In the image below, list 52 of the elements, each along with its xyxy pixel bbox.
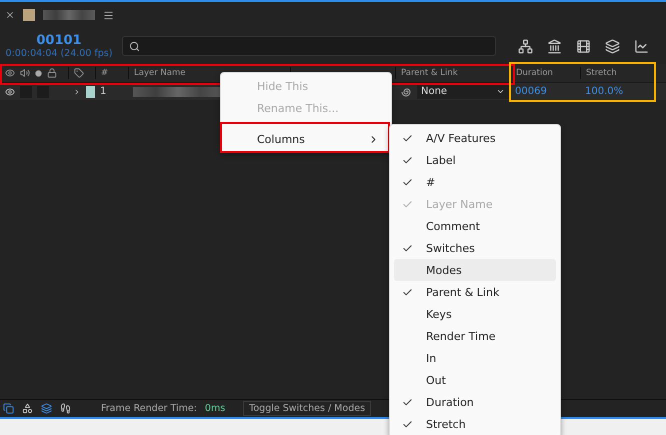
color-swatch [23, 9, 35, 21]
close-icon[interactable] [5, 10, 15, 20]
pixelated-block [43, 10, 95, 20]
menu-item[interactable]: Stretch [394, 413, 556, 435]
shapes-icon[interactable] [22, 403, 33, 414]
lock-icon [47, 68, 57, 78]
parent-dropdown[interactable]: None [417, 84, 509, 98]
menu-item[interactable]: Columns [225, 128, 387, 150]
toggle-button[interactable]: Toggle Switches / Modes [243, 401, 372, 416]
column-header[interactable]: Layer Name [134, 68, 186, 78]
layers-icon[interactable] [605, 38, 620, 54]
column-header[interactable]: # [101, 68, 108, 78]
menu-item[interactable]: # [394, 171, 556, 193]
duration-value[interactable]: 00069 [515, 86, 547, 97]
hierarchy-icon[interactable] [518, 38, 533, 54]
graph-icon[interactable] [634, 38, 649, 54]
menu-item[interactable]: Keys [394, 303, 556, 325]
dot-icon [35, 70, 42, 76]
time-detail: 0:00:04:04 (24.00 fps) [6, 48, 112, 59]
render-time-value: 0ms [204, 403, 226, 414]
switch-toggle[interactable] [37, 86, 49, 98]
search-icon [129, 40, 140, 52]
eye-icon[interactable] [5, 86, 15, 96]
menu-item[interactable]: Label [394, 149, 556, 171]
chevron-icon [496, 87, 505, 96]
menu-item[interactable]: In [394, 347, 556, 369]
menu-item[interactable]: Render Time [394, 325, 556, 347]
film-icon[interactable] [576, 38, 591, 54]
timecode[interactable]: 00101 [36, 33, 82, 48]
column-header[interactable]: Duration [516, 68, 553, 78]
menu-item[interactable]: A/V Features [394, 127, 556, 149]
menu-item[interactable]: Modes [394, 259, 556, 281]
eye-icon [5, 68, 15, 78]
menu-icon[interactable] [103, 10, 114, 20]
menu-item[interactable]: Switches [394, 237, 556, 259]
label-swatch[interactable] [86, 86, 95, 98]
spiral-icon[interactable] [400, 86, 412, 98]
speaker-icon [20, 68, 30, 78]
column-header[interactable]: Parent & Link [401, 68, 458, 78]
tag-icon [74, 68, 84, 78]
layer-number: 1 [100, 86, 106, 97]
menu-item[interactable]: Parent & Link [394, 281, 556, 303]
stretch-value[interactable]: 100.0% [585, 86, 624, 97]
menu-item[interactable]: Duration [394, 391, 556, 413]
search-field[interactable] [122, 36, 496, 56]
walk-icon[interactable] [60, 403, 71, 414]
menu-item[interactable]: Comment [394, 215, 556, 237]
render-time-label: Frame Render Time: [101, 403, 197, 414]
switch-toggle[interactable] [20, 86, 32, 98]
column-header[interactable]: Stretch [586, 68, 617, 78]
comp-icon[interactable] [3, 403, 14, 414]
menu-item[interactable]: Out [394, 369, 556, 391]
